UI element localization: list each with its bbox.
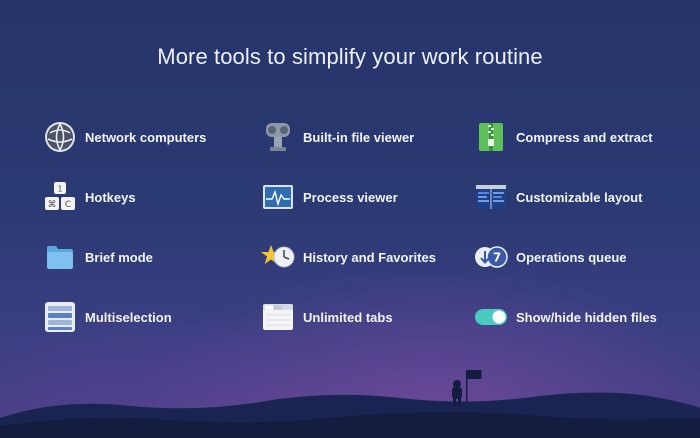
feature-built-in-file-viewer: Built-in file viewer [261, 120, 414, 154]
feature-label: Customizable layout [516, 189, 643, 205]
feature-label: Operations queue [516, 249, 627, 265]
feature-label: Built-in file viewer [303, 129, 415, 145]
svg-text:C: C [65, 200, 71, 210]
zip-archive-icon [474, 120, 508, 154]
feature-compress-extract: Compress and extract [474, 120, 653, 154]
feature-label: Network computers [85, 129, 207, 145]
feature-unlimited-tabs: Unlimited tabs [261, 300, 393, 334]
feature-label: Show/hide hidden files [516, 309, 657, 325]
feature-label: Hotkeys [85, 189, 136, 205]
astronaut-flag-icon [452, 370, 482, 406]
network-globe-icon [43, 120, 77, 154]
feature-network-computers: Network computers [43, 120, 206, 154]
keyboard-keys-icon: 1 ⌘ C [43, 180, 77, 214]
feature-hotkeys: 1 ⌘ C Hotkeys [43, 180, 136, 214]
feature-process-viewer: Process viewer [261, 180, 398, 214]
feature-show-hide-hidden-files: Show/hide hidden files [474, 300, 657, 334]
feature-label: Brief mode [85, 249, 153, 265]
folder-icon [43, 240, 77, 274]
feature-brief-mode: Brief mode [43, 240, 153, 274]
hills-silhouette [0, 370, 700, 438]
toggle-switch-icon [474, 300, 508, 334]
feature-label: Compress and extract [516, 129, 653, 145]
page-title: More tools to simplify your work routine [157, 44, 543, 69]
star-clock-icon [261, 240, 295, 274]
feature-multiselection: Multiselection [43, 300, 172, 334]
feature-history-favorites: History and Favorites [261, 240, 436, 274]
layout-window-icon [474, 180, 508, 214]
feature-operations-queue: 7 Operations queue [474, 240, 627, 274]
feature-label: History and Favorites [303, 249, 436, 265]
feature-label: Multiselection [85, 309, 172, 325]
feature-label: Process viewer [303, 189, 398, 205]
queue-count-badge: 7 [493, 251, 501, 265]
download-queue-icon: 7 [474, 240, 508, 274]
svg-text:⌘: ⌘ [48, 200, 57, 210]
svg-text:1: 1 [57, 185, 62, 194]
feature-customizable-layout: Customizable layout [474, 180, 642, 214]
tabs-window-icon [261, 300, 295, 334]
activity-monitor-icon [261, 180, 295, 214]
feature-label: Unlimited tabs [303, 309, 393, 325]
multiselection-list-icon [43, 300, 77, 334]
binoculars-viewer-icon [261, 120, 295, 154]
